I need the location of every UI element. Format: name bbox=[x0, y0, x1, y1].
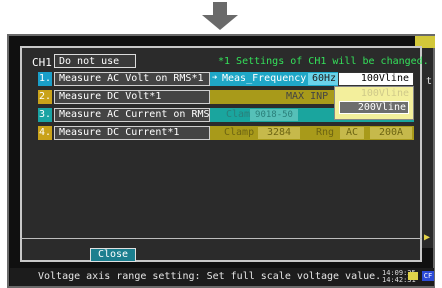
clamp-value-selector[interactable]: 3284 bbox=[258, 127, 300, 139]
channel-note: *1 Settings of CH1 will be changed. bbox=[218, 56, 429, 67]
close-button[interactable]: Close bbox=[90, 248, 136, 262]
channel-mode-button[interactable]: Do not use bbox=[54, 54, 136, 68]
channel-label: CH1 bbox=[32, 56, 52, 69]
vline-selector[interactable]: 100Vline bbox=[338, 72, 414, 86]
down-arrow-icon bbox=[202, 2, 238, 30]
option-dc-volt[interactable]: 2. Measure DC Volt*1 bbox=[38, 90, 210, 104]
clamp-model-selector[interactable]: 9018-50 bbox=[250, 109, 298, 121]
range-type-selector[interactable]: AC bbox=[340, 127, 364, 139]
option-number: 1. bbox=[38, 72, 52, 86]
divider bbox=[20, 238, 422, 239]
dc-clamp-row: Clamp 3284 Rng AC 200A bbox=[210, 126, 414, 140]
option-button-label[interactable]: Measure AC Current on RMS*1 bbox=[54, 108, 210, 122]
power-icon bbox=[408, 272, 418, 280]
status-bar: Voltage axis range setting: Set full sca… bbox=[10, 268, 434, 286]
clamp-label: Clamp bbox=[224, 127, 255, 138]
dropdown-option-selected[interactable]: 200Vline bbox=[339, 101, 409, 114]
range-amp-selector[interactable]: 200A bbox=[370, 127, 412, 139]
range-label: Rng bbox=[316, 127, 335, 138]
option-button-label[interactable]: Measure AC Volt on RMS*1 bbox=[54, 72, 210, 86]
vline-dropdown: 100Vline 200Vline bbox=[334, 86, 414, 120]
option-ac-current[interactable]: 3. Measure AC Current on RMS*1 bbox=[38, 108, 210, 122]
option-ac-volt[interactable]: 1. Measure AC Volt on RMS*1 bbox=[38, 72, 210, 86]
option-number: 3. bbox=[38, 108, 52, 122]
option-number: 4. bbox=[38, 126, 52, 140]
option-button-label[interactable]: Measure DC Volt*1 bbox=[54, 90, 210, 104]
status-text: Voltage axis range setting: Set full sca… bbox=[38, 271, 382, 282]
cf-card-icon: CF bbox=[422, 271, 434, 281]
sidebar-letter: t bbox=[426, 76, 433, 87]
sidebar-arrow-icon: ▶ bbox=[424, 232, 431, 243]
option-button-label[interactable]: Measure DC Current*1 bbox=[54, 126, 210, 140]
frequency-selector[interactable]: 60Hz bbox=[308, 73, 340, 85]
max-input-label: MAX INP bbox=[286, 91, 329, 102]
row-pointer-icon: ➔ bbox=[212, 73, 218, 83]
frequency-label: Meas_Frequency bbox=[222, 73, 307, 84]
dropdown-option[interactable]: 100Vline bbox=[339, 88, 409, 99]
option-number: 2. bbox=[38, 90, 52, 104]
option-dc-current[interactable]: 4. Measure DC Current*1 bbox=[38, 126, 210, 140]
